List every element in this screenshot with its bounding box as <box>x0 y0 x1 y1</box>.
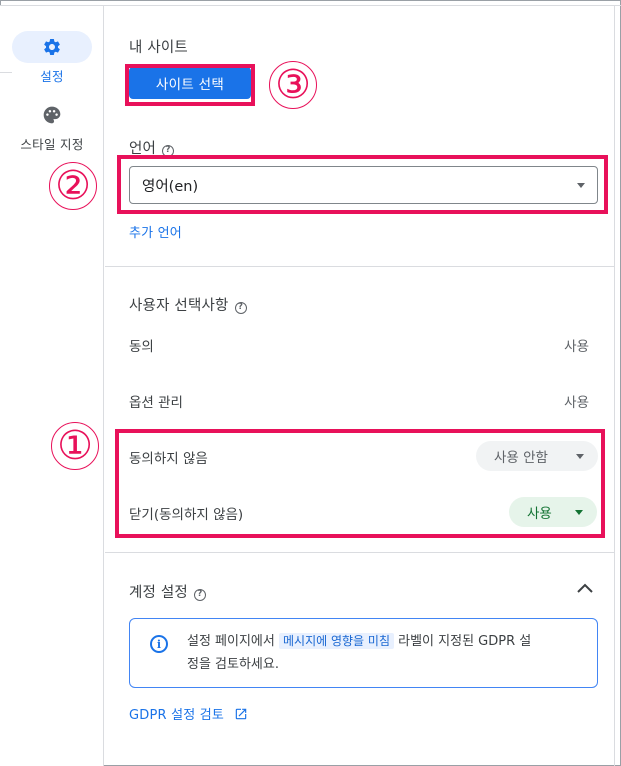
section-divider <box>105 266 615 267</box>
annotation-number-2: ② <box>49 162 97 210</box>
rail-pill-settings <box>12 31 92 63</box>
rail-pill-styling <box>12 99 92 131</box>
gear-icon <box>44 38 60 55</box>
info-text: 설정 페이지에서 메시지에 영향을 미침 라벨이 지정된 GDPR 설 정을 검… <box>187 630 587 676</box>
preference-row-label: 옵션 관리 <box>129 395 183 411</box>
annotation-box-2 <box>117 155 608 214</box>
info-text-part: 정을 검토하세요. <box>187 657 279 672</box>
annotation-box-1 <box>115 429 605 538</box>
left-rail: 설정 스타일 지정 <box>0 6 104 766</box>
info-text-part: 설정 페이지에서 <box>187 634 275 649</box>
rail-item-settings[interactable]: 설정 <box>0 31 104 85</box>
rail-label-settings: 설정 <box>40 69 64 84</box>
gdpr-review-link[interactable]: GDPR 설정 검토 <box>129 704 248 723</box>
account-heading-row: 계정 설정? <box>129 581 206 602</box>
preferences-heading-row: 사용자 선택사항? <box>129 294 247 315</box>
gdpr-info-banner: i 설정 페이지에서 메시지에 영향을 미침 라벨이 지정된 GDPR 설 정을… <box>129 618 598 688</box>
site-heading: 내 사이트 <box>129 40 188 56</box>
preference-row-value: 사용 <box>564 395 589 411</box>
rail-label-styling: 스타일 지정 <box>20 137 84 152</box>
preferences-heading: 사용자 선택사항 <box>129 298 229 314</box>
help-icon[interactable]: ? <box>234 302 247 314</box>
settings-panel: 내 사이트 사이트 선택 언어? 영어(en) 추가 언어 사용자 선택사항? … <box>105 6 615 766</box>
external-link-icon <box>235 708 247 719</box>
chevron-up-icon[interactable] <box>575 581 595 595</box>
info-text-part: 라벨이 지정된 GDPR 설 <box>398 634 532 649</box>
rail-item-styling[interactable]: 스타일 지정 <box>0 99 104 153</box>
info-icon: i <box>150 635 168 653</box>
preference-row-label: 동의 <box>129 339 154 355</box>
section-divider <box>105 552 615 553</box>
gdpr-review-label: GDPR 설정 검토 <box>129 708 225 723</box>
annotation-number-1: ① <box>51 422 99 470</box>
annotation-number-3: ③ <box>269 61 317 109</box>
help-icon[interactable]: ? <box>193 589 206 601</box>
add-language-link[interactable]: 추가 언어 <box>129 222 182 241</box>
palette-icon <box>43 106 61 124</box>
preference-row-value: 사용 <box>564 339 589 355</box>
affects-messages-tag: 메시지에 영향을 미침 <box>279 633 394 649</box>
annotation-box-3 <box>125 64 255 106</box>
account-heading: 계정 설정 <box>129 585 188 601</box>
